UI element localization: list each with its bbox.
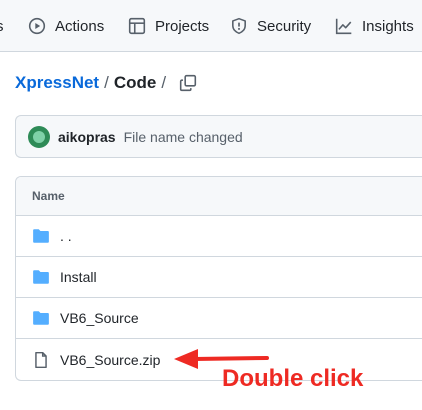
- file-name[interactable]: VB6_Source: [60, 310, 139, 326]
- folder-icon: [33, 311, 49, 325]
- file-list-header: Name: [16, 177, 422, 216]
- play-circle-icon: [28, 17, 46, 35]
- latest-commit-bar: aikopras File name changed: [15, 115, 422, 158]
- tab-label: s: [0, 18, 4, 35]
- shield-icon: [232, 17, 246, 35]
- breadcrumb-separator: /: [104, 73, 109, 92]
- tab-label: Actions: [55, 17, 105, 35]
- tab-label: Projects: [155, 17, 210, 35]
- column-header-name: Name: [32, 189, 65, 203]
- breadcrumb-separator: /: [161, 73, 167, 92]
- list-item[interactable]: VB6_Source: [16, 298, 422, 339]
- folder-icon: [33, 270, 49, 284]
- repo-nav-bar: s Actions Projects Security Insights: [0, 0, 422, 52]
- tab-actions[interactable]: Actions: [28, 0, 104, 52]
- tab-truncated[interactable]: s: [0, 0, 4, 52]
- avatar[interactable]: [28, 125, 50, 148]
- commit-author[interactable]: aikopras: [58, 129, 116, 145]
- tab-security[interactable]: Security: [230, 0, 311, 52]
- file-name[interactable]: VB6_Source.zip: [60, 352, 160, 368]
- folder-icon: [33, 229, 49, 243]
- file-name[interactable]: . .: [60, 228, 72, 244]
- file-name[interactable]: Install: [60, 269, 97, 285]
- tab-projects[interactable]: Projects: [128, 0, 209, 52]
- annotation-label: Double click: [222, 365, 364, 392]
- breadcrumb-repo-link[interactable]: XpressNet: [15, 73, 99, 93]
- graph-icon: [335, 18, 352, 35]
- file-icon: [35, 351, 47, 368]
- tab-label: Security: [257, 17, 312, 35]
- list-item[interactable]: . .: [16, 216, 422, 257]
- breadcrumb: XpressNet / Code /: [15, 72, 197, 94]
- commit-message[interactable]: File name changed: [124, 129, 243, 145]
- table-icon: [128, 17, 146, 35]
- tab-label: Insights: [362, 17, 414, 35]
- copy-path-icon[interactable]: [179, 74, 197, 92]
- breadcrumb-current: Code: [113, 73, 157, 92]
- list-item[interactable]: Install: [16, 257, 422, 298]
- tab-insights[interactable]: Insights: [335, 0, 414, 52]
